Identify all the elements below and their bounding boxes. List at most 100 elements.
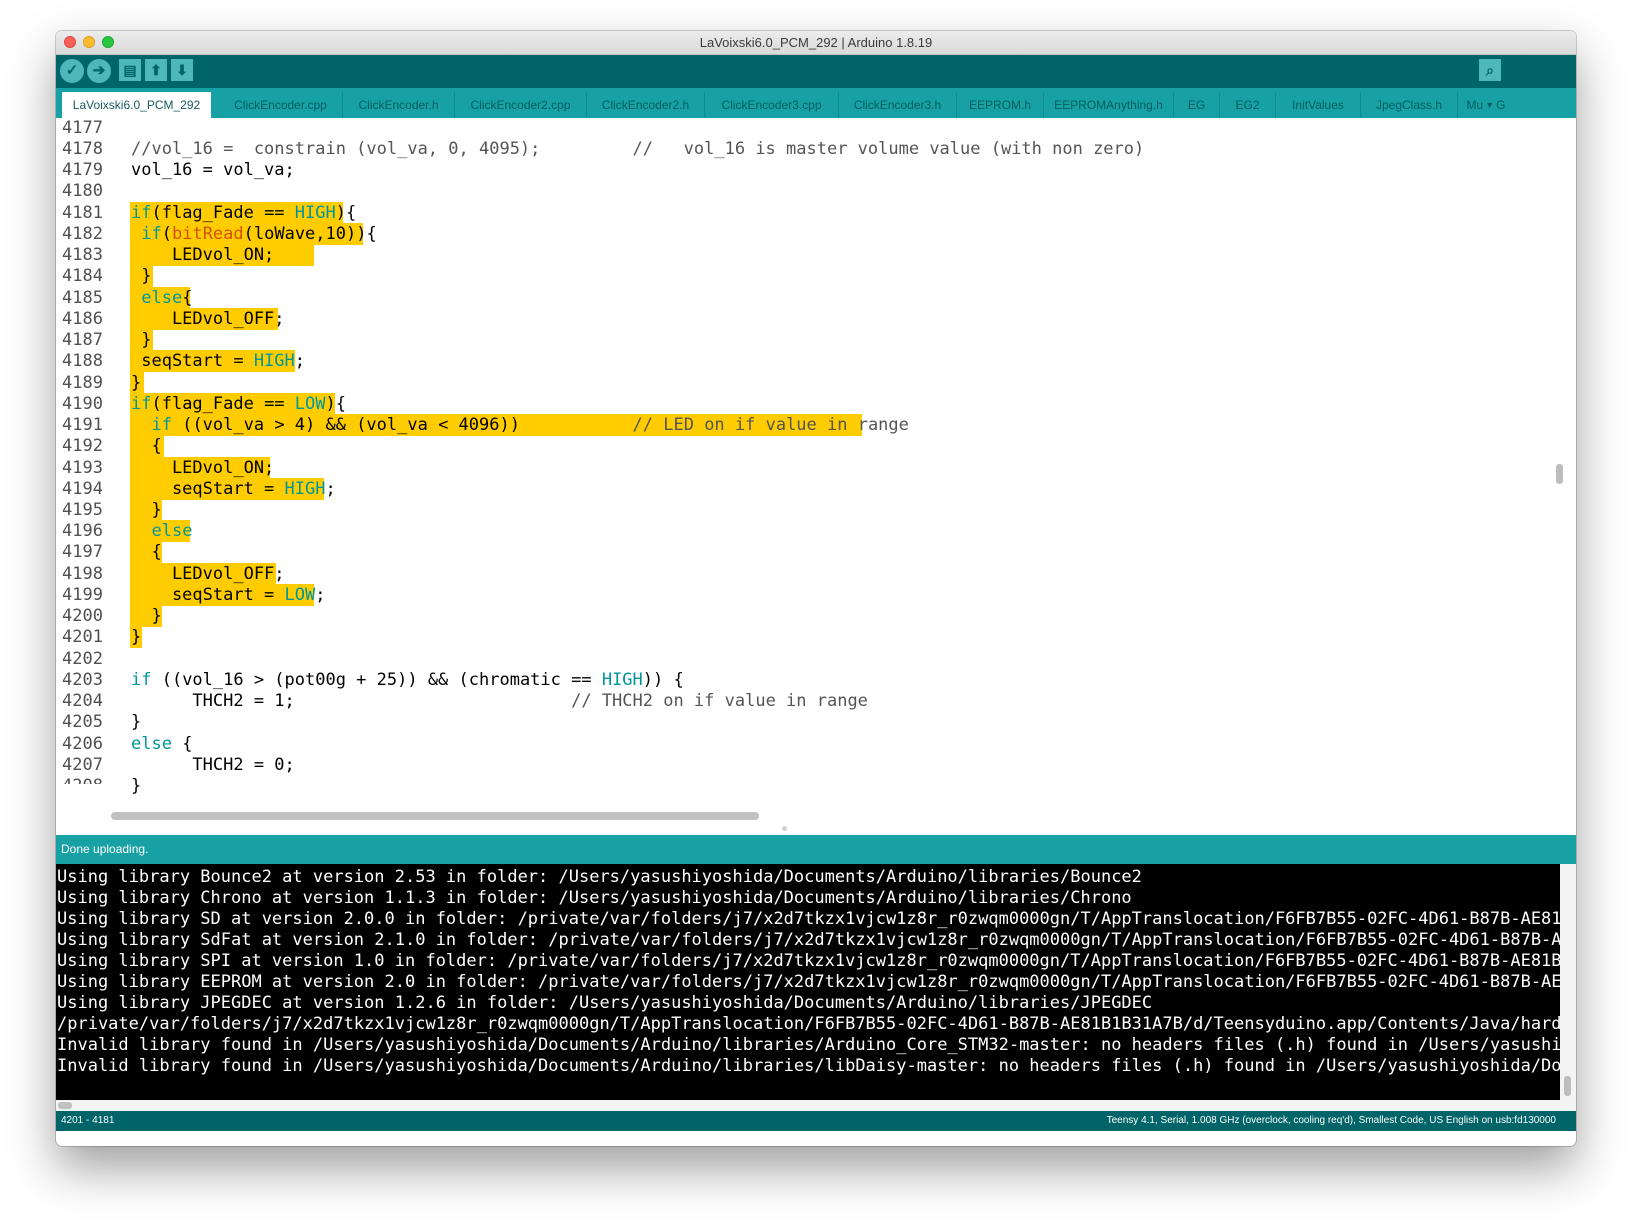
line-number: 4178 (62, 139, 103, 159)
console-line: Using library SdFat at version 2.1.0 in … (57, 930, 1560, 950)
tab-eepromanything-h[interactable]: EEPROMAnything.h (1044, 92, 1174, 118)
code-line: } (131, 266, 152, 286)
line-number: 4191 (62, 415, 103, 435)
save-sketch-button[interactable]: ⬇ (171, 59, 193, 81)
line-number: 4179 (62, 160, 103, 180)
console-horizontal-scrollbar[interactable] (56, 1100, 1576, 1111)
splitter-handle-icon (782, 826, 787, 831)
line-number: 4199 (62, 585, 103, 605)
line-number: 4201 (62, 627, 103, 647)
console-horizontal-scroll-thumb[interactable] (58, 1102, 72, 1109)
toolbar: ✓ ➔ ▤ ⬆ ⬇ ⌕ (56, 55, 1576, 88)
up-arrow-icon: ⬆ (150, 62, 162, 78)
line-number: 4195 (62, 500, 103, 520)
tab-jpegclass-h[interactable]: JpegClass.h (1361, 92, 1458, 118)
console-line: Using library EEPROM at version 2.0 in f… (57, 972, 1560, 992)
console-line: Using library SD at version 2.0.0 in fol… (57, 909, 1560, 929)
line-number: 4194 (62, 479, 103, 499)
line-number: 4185 (62, 288, 103, 308)
code-editor[interactable]: 4177 4178 4179 4180 4181 4182 4183 4184 … (56, 118, 1566, 807)
line-number: 4206 (62, 734, 103, 754)
console-line: Using library Bounce2 at version 2.53 in… (57, 867, 1142, 887)
console-vertical-scrollbar[interactable] (1560, 864, 1576, 1100)
footer-bar: 4201 - 4181 Teensy 4.1, Serial, 1.008 GH… (56, 1111, 1576, 1131)
tab-mu-label: Mu (1466, 98, 1484, 112)
dropdown-triangle-icon: ▼ (1485, 100, 1495, 110)
line-number: 4203 (62, 670, 103, 690)
pane-splitter[interactable] (56, 823, 1576, 835)
code-line: if ((vol_16 > (pot00g + 25)) && (chromat… (131, 670, 684, 690)
console-line: Using library Chrono at version 1.1.3 in… (57, 888, 1132, 908)
line-number: 4181 (62, 203, 103, 223)
code-line: seqStart = LOW; (131, 585, 326, 605)
board-info: Teensy 4.1, Serial, 1.008 GHz (overclock… (1106, 1115, 1556, 1126)
code-line: if ((vol_va > 4) && (vol_va < 4096)) // … (151, 415, 909, 435)
console-line: /private/var/folders/j7/x2d7tkzx1vjcw1z8… (57, 1014, 1560, 1034)
tab-clickencoder3-cpp[interactable]: ClickEncoder3.cpp (705, 92, 839, 118)
code-line: } (131, 606, 162, 626)
line-number: 4189 (62, 373, 103, 393)
tab-lavoixski[interactable]: LaVoixski6.0_PCM_292 (62, 92, 211, 118)
code-line: } (131, 627, 142, 647)
editor-horizontal-scroll-thumb[interactable] (111, 812, 759, 820)
open-sketch-button[interactable]: ⬆ (145, 59, 167, 81)
upload-button[interactable]: ➔ (87, 59, 111, 83)
code-line: { (131, 436, 162, 456)
down-arrow-icon: ⬇ (176, 62, 188, 78)
code-line: LEDvol_OFF; (131, 564, 285, 584)
line-number: 4204 (62, 691, 103, 711)
right-arrow-icon: ➔ (92, 62, 106, 79)
line-number: 4186 (62, 309, 103, 329)
verify-button[interactable]: ✓ (60, 59, 84, 83)
new-sketch-button[interactable]: ▤ (119, 59, 141, 81)
line-number: 4208 (62, 775, 104, 784)
tab-clickencoder-h[interactable]: ClickEncoder.h (343, 92, 455, 118)
code-line: LEDvol_ON; (131, 458, 275, 478)
line-selection-indicator: 4201 - 4181 (61, 1115, 115, 1126)
line-number: 4187 (62, 330, 103, 350)
tab-bar: LaVoixski6.0_PCM_292 ClickEncoder.cpp Cl… (56, 88, 1576, 118)
code-line: if(flag_Fade == LOW){ (131, 394, 346, 414)
serial-monitor-button[interactable]: ⌕ (1479, 59, 1501, 81)
line-number: 4200 (62, 606, 103, 626)
line-number: 4183 (62, 245, 103, 265)
tab-clickencoder-cpp[interactable]: ClickEncoder.cpp (219, 92, 343, 118)
line-number: 4202 (62, 649, 103, 669)
code-line: vol_16 = vol_va; (131, 160, 295, 180)
tab-clickencoder2-h[interactable]: ClickEncoder2.h (587, 92, 705, 118)
tab-overflow-menu[interactable]: Mu ▼ G (1458, 92, 1514, 118)
code-line: if(bitRead(loWave,10)){ (141, 224, 377, 244)
console-scroll-thumb[interactable] (1564, 1076, 1571, 1096)
console-line: Invalid library found in /Users/yasushiy… (57, 1035, 1560, 1055)
code-line: } (131, 712, 142, 732)
tab-eg2[interactable]: EG2 (1220, 92, 1276, 118)
line-number: 4197 (62, 542, 103, 562)
tab-initvalues[interactable]: InitValues (1276, 92, 1361, 118)
arduino-ide-window: LaVoixski6.0_PCM_292 | Arduino 1.8.19 ✓ … (56, 31, 1576, 1146)
editor-horizontal-scrollbar[interactable] (111, 812, 1561, 820)
line-number: 4184 (62, 266, 103, 286)
tab-eg[interactable]: EG (1174, 92, 1220, 118)
magnifier-icon: ⌕ (1486, 62, 1494, 78)
line-number: 4180 (62, 181, 103, 201)
console-line: Using library JPEGDEC at version 1.2.6 i… (57, 993, 1153, 1013)
tab-eeprom-h[interactable]: EEPROM.h (957, 92, 1044, 118)
console-output[interactable]: Using library Bounce2 at version 2.53 in… (56, 864, 1560, 1100)
editor-vertical-scrollbar[interactable] (1556, 464, 1563, 484)
tab-clickencoder2-cpp[interactable]: ClickEncoder2.cpp (455, 92, 587, 118)
line-number: 4177 (62, 118, 103, 138)
code-line: seqStart = HIGH; (131, 479, 336, 499)
code-line: } (131, 373, 142, 393)
code-line: { (131, 542, 162, 562)
line-number: 4188 (62, 351, 103, 371)
line-number: 4207 (62, 755, 103, 775)
code-line: } (131, 330, 152, 350)
line-number: 4192 (62, 436, 103, 456)
window-title: LaVoixski6.0_PCM_292 | Arduino 1.8.19 (699, 35, 933, 50)
line-number: 4196 (62, 521, 103, 541)
code-line: seqStart = HIGH; (131, 351, 306, 371)
code-line: } (131, 776, 142, 796)
code-line: THCH2 = 1; // THCH2 on if value in range (131, 691, 868, 711)
line-number: 4205 (62, 712, 103, 732)
tab-clickencoder3-h[interactable]: ClickEncoder3.h (839, 92, 957, 118)
